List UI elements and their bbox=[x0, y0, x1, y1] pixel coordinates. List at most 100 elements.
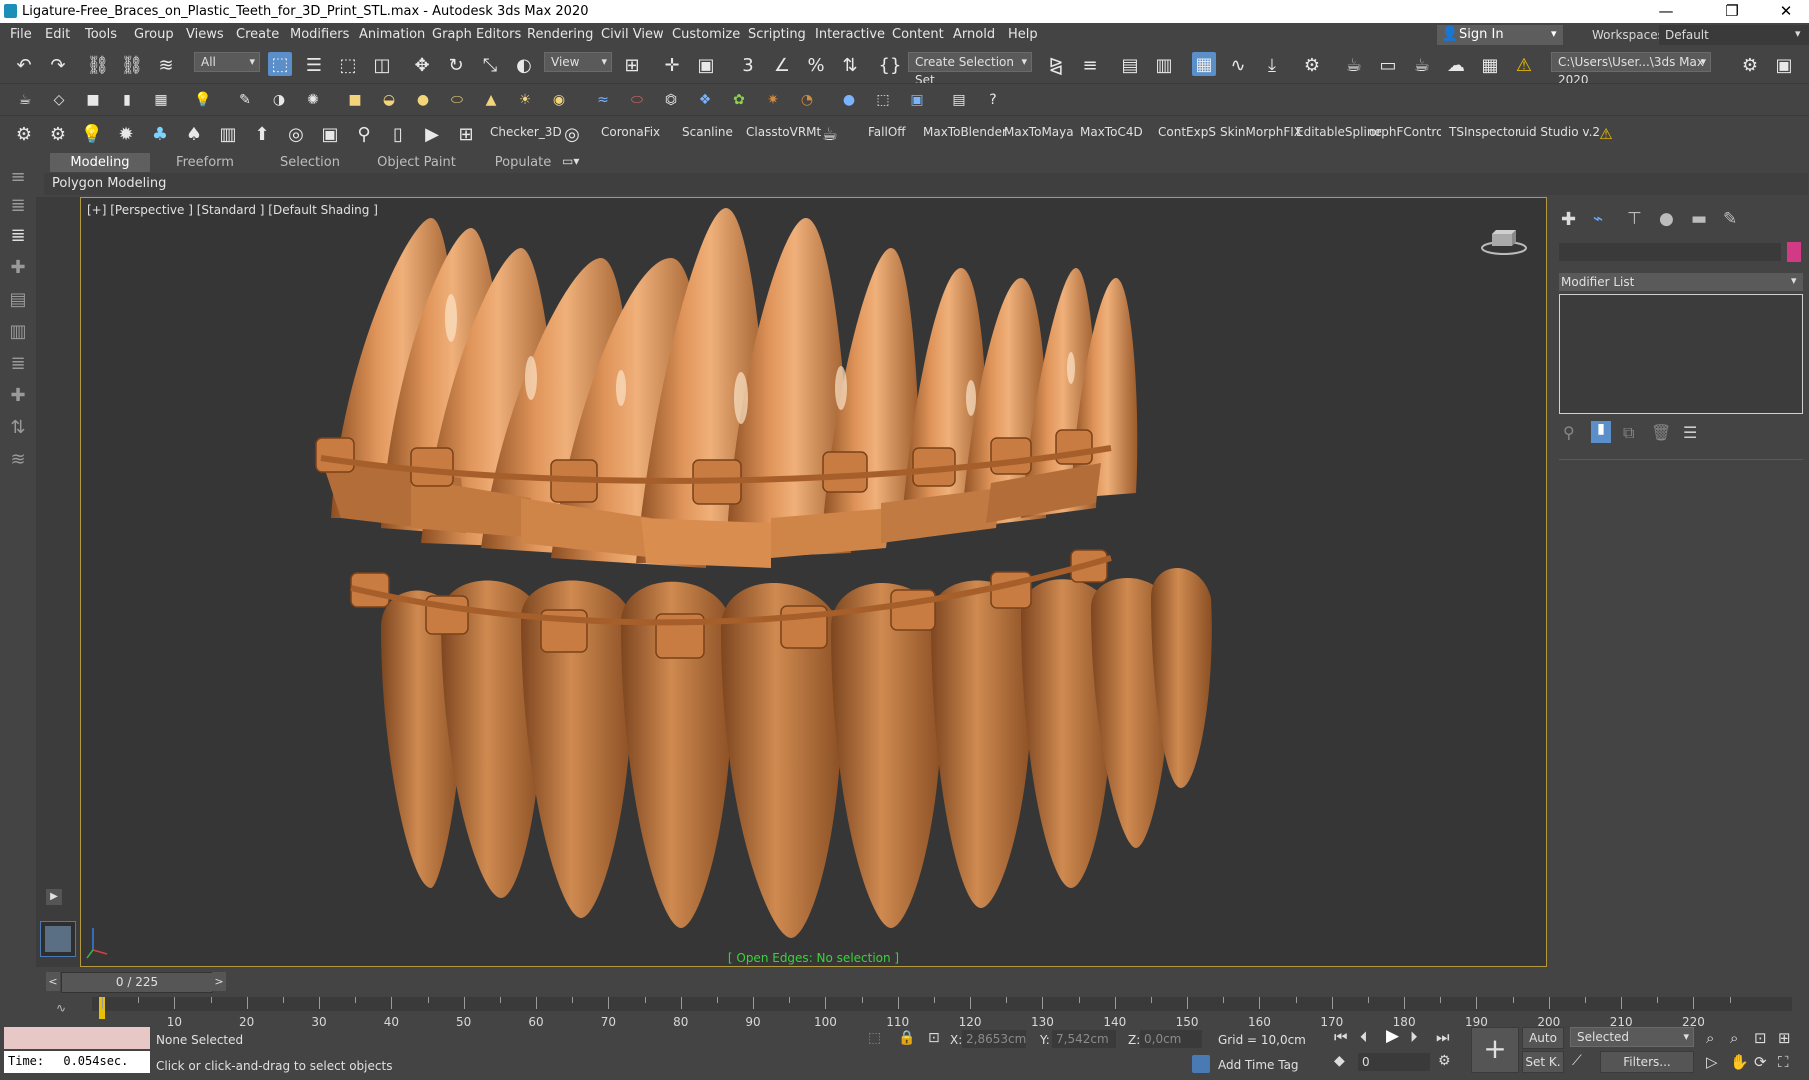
angle-snap-icon[interactable]: ∠ bbox=[770, 53, 794, 77]
z-coordinate-field[interactable]: 0,0cm bbox=[1140, 1030, 1202, 1048]
bulb-icon[interactable]: ⚲ bbox=[352, 122, 376, 146]
configure-modifier-sets-icon[interactable]: ☰ bbox=[1683, 423, 1697, 442]
track-bar[interactable] bbox=[92, 997, 1792, 1011]
pin-stack-icon[interactable]: ⚲ bbox=[1563, 423, 1575, 442]
set-key-button[interactable]: Set K. bbox=[1522, 1051, 1564, 1073]
workspace-dropdown[interactable]: Default ▾ bbox=[1659, 25, 1809, 45]
link-icon[interactable]: ⛓ bbox=[86, 53, 110, 77]
ipr-icon[interactable]: ▣ bbox=[908, 91, 926, 109]
mirror-icon[interactable]: ⧎ bbox=[1044, 53, 1068, 77]
close-button[interactable]: ✕ bbox=[1763, 0, 1809, 23]
time-tag-icon[interactable] bbox=[1192, 1055, 1210, 1073]
plugin-studio[interactable]: uid Studio v.2 bbox=[1518, 125, 1600, 139]
viewport-layout-thumbnail[interactable] bbox=[40, 921, 76, 957]
modify-tab-icon[interactable]: ⌁ bbox=[1593, 209, 1603, 229]
light-icon[interactable]: 💡 bbox=[194, 91, 212, 109]
maxscript-input[interactable] bbox=[4, 1027, 150, 1049]
help-icon[interactable]: ? bbox=[984, 91, 1002, 109]
edit-named-selection-icon[interactable]: {} bbox=[878, 53, 902, 77]
hierarchy-tab-icon[interactable]: ⊤ bbox=[1627, 209, 1642, 229]
log-icon[interactable]: ▤ bbox=[950, 91, 968, 109]
paint-icon[interactable]: ✎ bbox=[236, 91, 254, 109]
box-icon[interactable]: ■ bbox=[84, 91, 102, 109]
render-in-cloud-icon[interactable]: ☁ bbox=[1444, 53, 1468, 77]
ribbon-options-icon[interactable]: ▭▾ bbox=[562, 154, 579, 168]
placement-icon[interactable]: ◐ bbox=[512, 53, 536, 77]
snaps-toggle-icon[interactable]: 3 bbox=[736, 53, 760, 77]
zoom-extents-all-icon[interactable]: ⊞ bbox=[1778, 1029, 1791, 1047]
foliage-icon[interactable]: ✿ bbox=[730, 91, 748, 109]
plugin-maxtoblender[interactable]: MaxToBlender bbox=[923, 125, 1007, 139]
project-folder-dropdown[interactable]: C:\Users\User...\3ds Max 2020 bbox=[1551, 52, 1711, 87]
menu-civil-view[interactable]: Civil View bbox=[601, 27, 664, 42]
project-settings-icon[interactable]: ⚙ bbox=[1738, 53, 1762, 77]
zoom-all-icon[interactable]: ⌕ bbox=[1730, 1029, 1738, 1047]
sign-in-button[interactable]: 👤 Sign In ▾ bbox=[1437, 25, 1563, 45]
bind-space-warp-icon[interactable]: ≋ bbox=[154, 53, 178, 77]
percent-snap-icon[interactable]: % bbox=[804, 53, 828, 77]
menu-interactive[interactable]: Interactive bbox=[815, 27, 885, 42]
add-time-tag[interactable]: Add Time Tag bbox=[1218, 1058, 1299, 1072]
select-object-icon[interactable]: ⬚ bbox=[268, 52, 292, 76]
add-layer-icon[interactable]: ✚ bbox=[6, 257, 30, 281]
modifier-stack[interactable] bbox=[1559, 294, 1803, 414]
move-icon[interactable]: ✥ bbox=[410, 53, 434, 77]
reference-coordinate-dropdown[interactable]: View bbox=[544, 52, 612, 72]
undo-icon[interactable]: ↶ bbox=[12, 53, 36, 77]
tab-modeling[interactable]: Modeling bbox=[50, 153, 150, 172]
lock-icon[interactable]: 🔒 bbox=[898, 1030, 915, 1046]
sort-icon[interactable]: ⇅ bbox=[6, 417, 30, 441]
plugin-morphcontroller[interactable]: orphFControlli bbox=[1369, 125, 1441, 139]
play-icon[interactable]: ▶ bbox=[1386, 1026, 1399, 1046]
schematic-view-icon[interactable]: ⤓ bbox=[1260, 53, 1284, 77]
set-key-big-button[interactable]: + bbox=[1471, 1027, 1519, 1073]
sky-icon[interactable]: ◉ bbox=[550, 91, 568, 109]
menu-customize[interactable]: Customize bbox=[672, 27, 740, 42]
plugin-checker-3d[interactable]: Checker_3D bbox=[490, 125, 562, 139]
rotate-icon[interactable]: ↻ bbox=[444, 53, 468, 77]
select-manipulate-icon[interactable]: ✛ bbox=[660, 53, 684, 77]
rendered-frame-window-icon[interactable]: ▭ bbox=[1376, 53, 1400, 77]
camera-icon[interactable]: ⚙ bbox=[46, 122, 70, 146]
class-to-vrmt-icon[interactable]: ☕ bbox=[818, 122, 842, 146]
plugin-maxtomaya[interactable]: MaxToMaya bbox=[1004, 125, 1074, 139]
filter-icon[interactable]: ≋ bbox=[6, 449, 30, 473]
rect-light-icon[interactable]: ■ bbox=[346, 91, 364, 109]
corona-fix-icon[interactable]: ◎ bbox=[560, 122, 584, 146]
x-coordinate-field[interactable]: 2,8653cm bbox=[962, 1030, 1026, 1048]
go-to-end-icon[interactable]: ⏭ bbox=[1436, 1028, 1450, 1046]
sphere-gizmo-icon[interactable]: ◑ bbox=[270, 91, 288, 109]
time-slider[interactable]: 0 / 225 bbox=[61, 972, 213, 993]
menu-modifiers[interactable]: Modifiers bbox=[290, 27, 349, 42]
align-icon[interactable]: ≡ bbox=[1078, 53, 1102, 77]
unlink-icon[interactable]: ⛓ bbox=[120, 53, 144, 77]
utilities-tab-icon[interactable]: ✎ bbox=[1723, 209, 1737, 229]
tab-freeform[interactable]: Freeform bbox=[150, 153, 260, 172]
plugin-coronafix[interactable]: CoronaFix bbox=[601, 125, 660, 139]
expand-arrow-icon[interactable]: ▶ bbox=[46, 889, 62, 905]
motion-tab-icon[interactable]: ● bbox=[1659, 209, 1674, 229]
spot-light-icon[interactable]: ▲ bbox=[482, 91, 500, 109]
modifier-list-dropdown[interactable]: Modifier List ▾ bbox=[1559, 273, 1803, 291]
window-crossing-icon[interactable]: ◫ bbox=[370, 53, 394, 77]
curve-editor-mini-icon[interactable]: ∿ bbox=[56, 1001, 66, 1015]
frame-buffer-icon[interactable]: ▣ bbox=[318, 122, 342, 146]
tab-object-paint[interactable]: Object Paint bbox=[360, 153, 473, 172]
isolate-icon[interactable]: ⬚ bbox=[868, 1030, 881, 1046]
list-icon[interactable]: ▤ bbox=[6, 289, 30, 313]
prev-frame-button[interactable]: < bbox=[46, 972, 60, 991]
go-to-start-icon[interactable]: ⏮ bbox=[1334, 1028, 1348, 1046]
time-configuration-icon[interactable]: ⚙ bbox=[1438, 1053, 1451, 1069]
book-icon[interactable]: ▥ bbox=[216, 122, 240, 146]
render-setup-icon[interactable]: ☕ bbox=[1342, 53, 1366, 77]
menu-help[interactable]: Help bbox=[1008, 27, 1038, 42]
restore-button[interactable]: ❐ bbox=[1709, 0, 1755, 23]
auto-key-button[interactable]: Auto bbox=[1522, 1027, 1564, 1049]
tree-icon[interactable]: ♣ bbox=[148, 122, 172, 146]
menu-create[interactable]: Create bbox=[236, 27, 279, 42]
sphere-light-icon[interactable]: ● bbox=[414, 91, 432, 109]
named-selection-set-dropdown[interactable]: Create Selection Set bbox=[908, 52, 1032, 87]
sun-light-icon[interactable]: ✹ bbox=[114, 122, 138, 146]
volume-icon[interactable]: ❖ bbox=[696, 91, 714, 109]
display-tab-icon[interactable]: ▬ bbox=[1691, 209, 1707, 229]
